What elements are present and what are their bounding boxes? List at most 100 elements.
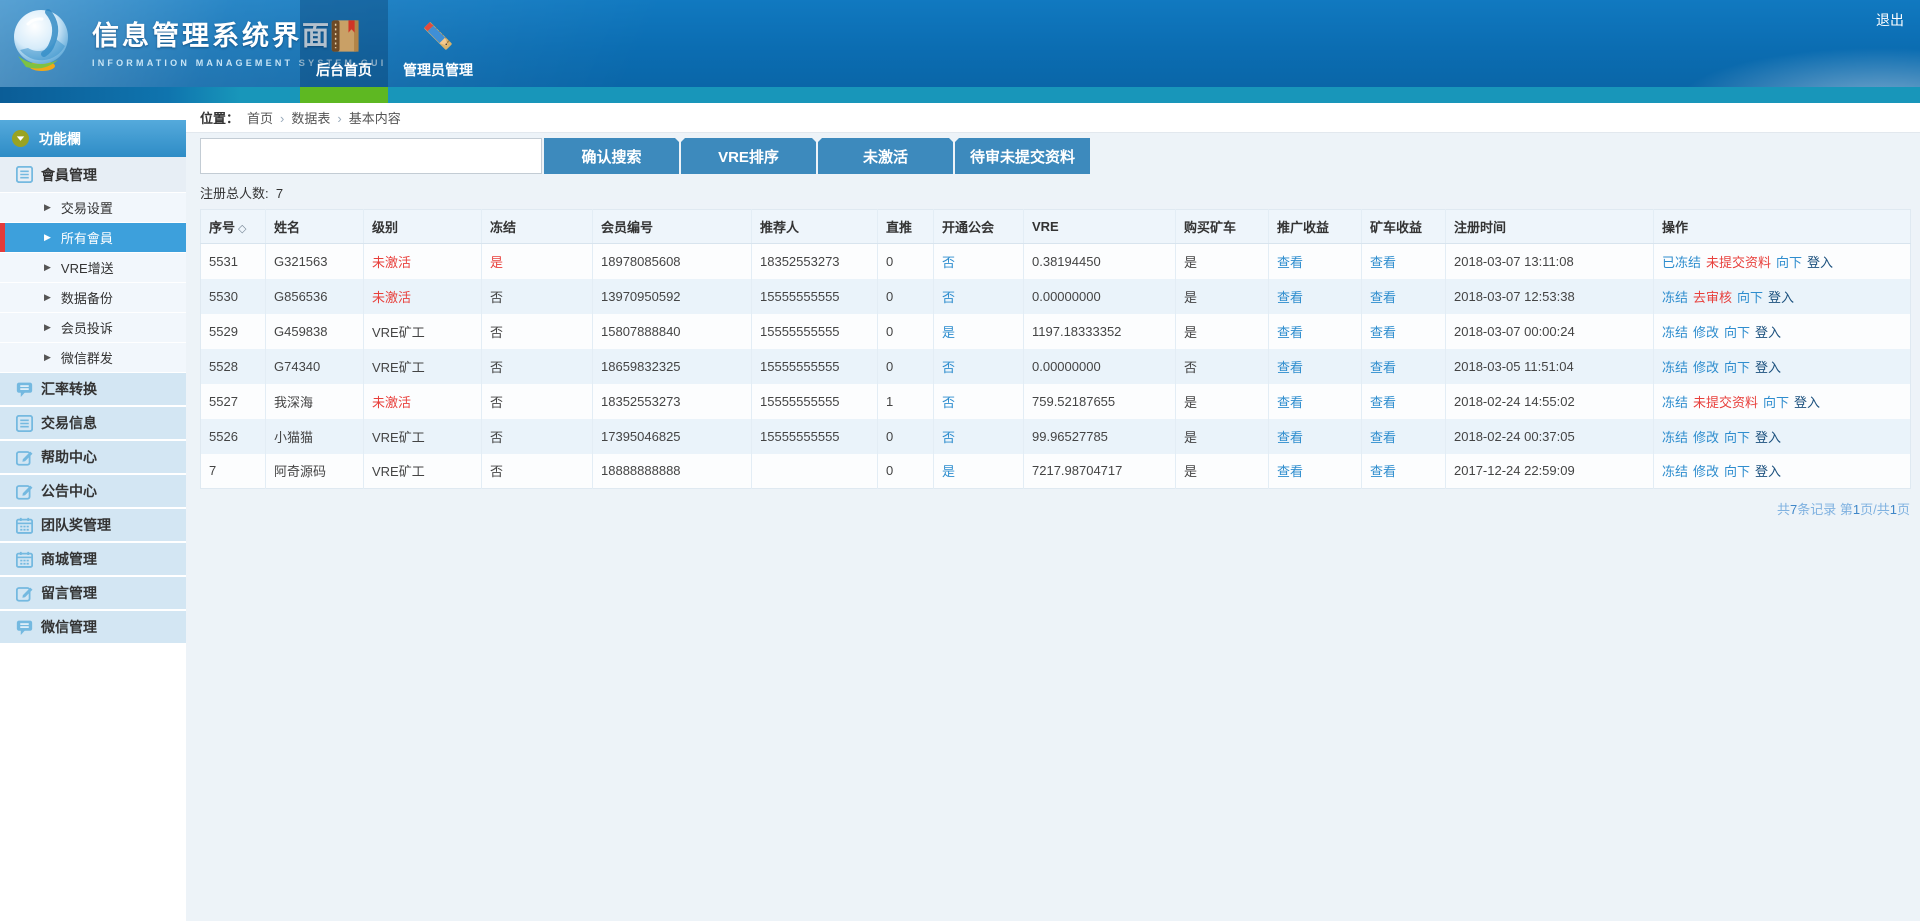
menu-trade-info[interactable]: 交易信息 [0, 407, 186, 441]
cell-guild[interactable]: 否 [934, 279, 1024, 314]
confirm-search-button[interactable]: 确认搜索 [544, 138, 679, 174]
cell-guild[interactable]: 是 [934, 454, 1024, 489]
action-link[interactable]: 登入 [1755, 360, 1781, 375]
menu-trade-settings[interactable]: ▶交易设置 [0, 193, 186, 223]
cell-promo_income[interactable]: 查看 [1269, 419, 1362, 454]
cell-promo_income[interactable]: 查看 [1269, 244, 1362, 279]
column-header-seq[interactable]: 序号◇ [201, 210, 266, 244]
cell-reg_time: 2018-03-07 13:11:08 [1446, 244, 1654, 279]
cell-mine_cart: 是 [1176, 314, 1269, 349]
action-link[interactable]: 修改 [1693, 430, 1719, 445]
cell-name: 小猫猫 [266, 419, 364, 454]
menu-exchange-rate[interactable]: 汇率转换 [0, 373, 186, 407]
cell-promo_income[interactable]: 查看 [1269, 349, 1362, 384]
cell-guild[interactable]: 否 [934, 244, 1024, 279]
cell-guild[interactable]: 否 [934, 419, 1024, 454]
action-link[interactable]: 登入 [1807, 255, 1833, 270]
action-link[interactable]: 未提交资料 [1693, 395, 1758, 410]
cell-promo_income[interactable]: 查看 [1269, 384, 1362, 419]
menu-wechat-broadcast[interactable]: ▶微信群发 [0, 343, 186, 373]
action-link[interactable]: 向下 [1724, 464, 1750, 479]
cell-cart_income[interactable]: 查看 [1362, 349, 1446, 384]
cell-guild[interactable]: 否 [934, 384, 1024, 419]
cell-actions: 冻结未提交资料向下登入 [1654, 384, 1911, 419]
action-link[interactable]: 向下 [1737, 290, 1763, 305]
cell-reg_time: 2018-02-24 00:37:05 [1446, 419, 1654, 454]
table-row: 5531G321563未激活是18978085608183525532730否0… [201, 244, 1911, 279]
inactive-filter-button[interactable]: 未激活 [818, 138, 953, 174]
menu-message-manage[interactable]: 留言管理 [0, 577, 186, 611]
book-icon [325, 17, 363, 55]
search-input[interactable] [200, 138, 542, 174]
action-link[interactable]: 向下 [1724, 430, 1750, 445]
action-link[interactable]: 向下 [1763, 395, 1789, 410]
action-link[interactable]: 未提交资料 [1706, 255, 1771, 270]
tab-backend-home[interactable]: 后台首页 [300, 0, 388, 87]
sidebar-panel-title[interactable]: 功能欄 [0, 120, 186, 157]
action-link[interactable]: 冻结 [1662, 430, 1688, 445]
cell-promo_income[interactable]: 查看 [1269, 314, 1362, 349]
column-header-name: 姓名 [266, 210, 364, 244]
action-link[interactable]: 去审核 [1693, 290, 1732, 305]
breadcrumb-item[interactable]: 数据表 [291, 111, 330, 126]
action-link[interactable]: 向下 [1724, 360, 1750, 375]
action-link[interactable]: 已冻结 [1662, 255, 1701, 270]
menu-announcement-center[interactable]: 公告中心 [0, 475, 186, 509]
vre-sort-button[interactable]: VRE排序 [681, 138, 816, 174]
action-link[interactable]: 登入 [1768, 290, 1794, 305]
list-icon [16, 166, 33, 183]
menu-data-backup[interactable]: ▶数据备份 [0, 283, 186, 313]
action-link[interactable]: 向下 [1776, 255, 1802, 270]
breadcrumb-item[interactable]: 基本内容 [349, 111, 401, 126]
sidebar-item-member-manage[interactable]: 會員管理 [0, 157, 186, 193]
menu-wechat-manage[interactable]: 微信管理 [0, 611, 186, 645]
action-link[interactable]: 登入 [1755, 430, 1781, 445]
cell-cart_income[interactable]: 查看 [1362, 419, 1446, 454]
action-link[interactable]: 向下 [1724, 325, 1750, 340]
action-link[interactable]: 冻结 [1662, 395, 1688, 410]
cell-cart_income[interactable]: 查看 [1362, 244, 1446, 279]
action-link[interactable]: 修改 [1693, 360, 1719, 375]
cell-seq: 5529 [201, 314, 266, 349]
cell-promo_income[interactable]: 查看 [1269, 454, 1362, 489]
cell-cart_income[interactable]: 查看 [1362, 279, 1446, 314]
tab-admin-manage[interactable]: 管理员管理 [394, 0, 482, 87]
cell-cart_income[interactable]: 查看 [1362, 454, 1446, 489]
menu-mall-manage[interactable]: 商城管理 [0, 543, 186, 577]
action-link[interactable]: 修改 [1693, 325, 1719, 340]
cell-cart_income[interactable]: 查看 [1362, 384, 1446, 419]
action-link[interactable]: 登入 [1755, 464, 1781, 479]
action-link[interactable]: 冻结 [1662, 290, 1688, 305]
action-link[interactable]: 冻结 [1662, 464, 1688, 479]
menu-vre-gift[interactable]: ▶VRE增送 [0, 253, 186, 283]
globe-logo-icon [8, 6, 78, 76]
cell-guild[interactable]: 否 [934, 349, 1024, 384]
menu-help-center[interactable]: 帮助中心 [0, 441, 186, 475]
menu-member-complaint[interactable]: ▶会员投诉 [0, 313, 186, 343]
pending-unsubmitted-button[interactable]: 待审未提交资料 [955, 138, 1090, 174]
cell-actions: 已冻结未提交资料向下登入 [1654, 244, 1911, 279]
arrow-circle-icon [12, 130, 29, 147]
sort-icon[interactable]: ◇ [238, 223, 246, 235]
cell-name: G74340 [266, 349, 364, 384]
cell-guild[interactable]: 是 [934, 314, 1024, 349]
cell-promo_income[interactable]: 查看 [1269, 279, 1362, 314]
column-header-guild: 开通公会 [934, 210, 1024, 244]
action-link[interactable]: 冻结 [1662, 325, 1688, 340]
column-header-frozen: 冻结 [482, 210, 593, 244]
cell-direct: 0 [878, 314, 934, 349]
tab-label: 后台首页 [316, 60, 372, 80]
menu-all-members[interactable]: ▶所有會員 [0, 223, 186, 253]
action-link[interactable]: 修改 [1693, 464, 1719, 479]
logout-button[interactable]: 退出 [1876, 10, 1904, 30]
action-link[interactable]: 冻结 [1662, 360, 1688, 375]
action-link[interactable]: 登入 [1794, 395, 1820, 410]
cell-cart_income[interactable]: 查看 [1362, 314, 1446, 349]
cell-direct: 0 [878, 419, 934, 454]
cell-level: VRE矿工 [364, 314, 482, 349]
action-link[interactable]: 登入 [1755, 325, 1781, 340]
cell-seq: 5527 [201, 384, 266, 419]
menu-team-award[interactable]: 团队奖管理 [0, 509, 186, 543]
breadcrumb-item[interactable]: 首页 [247, 111, 273, 126]
table-row: 5530G856536未激活否13970950592155555555550否0… [201, 279, 1911, 314]
